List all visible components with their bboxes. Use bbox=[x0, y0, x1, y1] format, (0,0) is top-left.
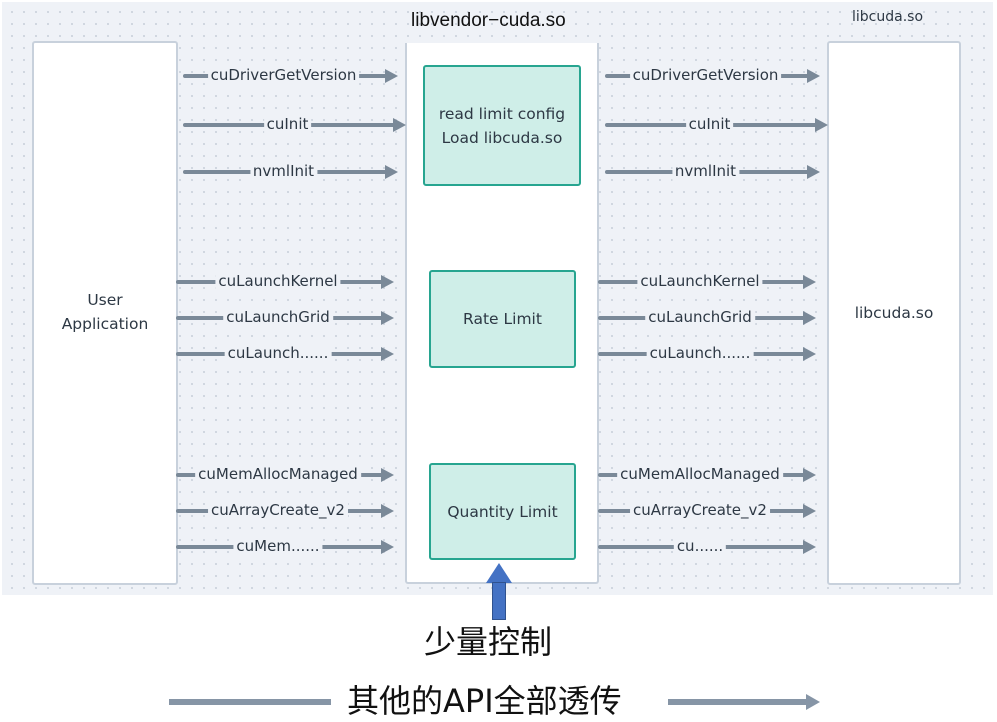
arrow-head-icon bbox=[803, 504, 816, 518]
rate-limit-block[interactable]: Rate Limit bbox=[429, 270, 576, 368]
left-edge[interactable]: cuMem...... bbox=[176, 535, 394, 557]
arrow-head-icon bbox=[385, 69, 398, 83]
edge-label: cuArrayCreate_v2 bbox=[630, 499, 770, 521]
edge-label: cuDriverGetVersion bbox=[207, 64, 360, 86]
rate-limit-label: Rate Limit bbox=[463, 310, 542, 328]
left-edge[interactable]: cuDriverGetVersion bbox=[183, 64, 398, 86]
highlight-arrow-shaft bbox=[492, 582, 506, 620]
left-edge[interactable]: cuLaunch...... bbox=[176, 342, 394, 364]
edge-label: cuLaunchGrid bbox=[645, 306, 755, 328]
edge-label: cuLaunchKernel bbox=[215, 270, 341, 292]
edge-label: cuMemAllocManaged bbox=[195, 463, 361, 485]
arrow-head-icon bbox=[381, 468, 394, 482]
edge-label: cuLaunchGrid bbox=[223, 306, 333, 328]
vendor-group-title: libvendor−cuda.so bbox=[411, 10, 566, 31]
init-block[interactable]: read limit config Load libcuda.so bbox=[423, 65, 581, 186]
arrow-head-icon bbox=[381, 347, 394, 361]
passthrough-line-right bbox=[668, 699, 808, 705]
arrow-head-icon bbox=[393, 118, 406, 132]
libcuda-label: libcuda.so bbox=[854, 304, 934, 322]
right-edge[interactable]: cuLaunchKernel bbox=[598, 270, 816, 292]
passthrough-line-left bbox=[169, 699, 331, 705]
edge-label: cuInit bbox=[263, 113, 312, 135]
edge-label: cu...... bbox=[673, 535, 727, 557]
right-edge[interactable]: cuArrayCreate_v2 bbox=[598, 499, 816, 521]
right-edge[interactable]: cuLaunch...... bbox=[598, 342, 816, 364]
right-edge[interactable]: cuInit bbox=[605, 113, 828, 135]
right-edge[interactable]: cuDriverGetVersion bbox=[605, 64, 820, 86]
edge-label: cuDriverGetVersion bbox=[629, 64, 782, 86]
right-edge[interactable]: cu...... bbox=[598, 535, 816, 557]
user-application-label-line1: User bbox=[87, 291, 123, 309]
arrow-head-icon bbox=[803, 347, 816, 361]
passthrough-caption: 其他的API全部透传 bbox=[347, 682, 622, 720]
right-edge[interactable]: cuLaunchGrid bbox=[598, 306, 816, 328]
edge-label: nvmlInit bbox=[249, 160, 318, 182]
left-edge[interactable]: cuLaunchKernel bbox=[176, 270, 394, 292]
left-edge[interactable]: cuLaunchGrid bbox=[176, 306, 394, 328]
arrow-head-icon bbox=[815, 118, 828, 132]
edge-label: cuMem...... bbox=[233, 535, 323, 557]
edge-label: cuMemAllocManaged bbox=[617, 463, 783, 485]
arrow-head-icon bbox=[803, 540, 816, 554]
user-application-label-line2: Application bbox=[61, 315, 149, 333]
arrow-head-icon bbox=[385, 165, 398, 179]
arrow-head-icon bbox=[381, 275, 394, 289]
left-edge[interactable]: cuMemAllocManaged bbox=[176, 463, 394, 485]
libcuda-group-title: libcuda.so bbox=[852, 9, 924, 25]
quantity-limit-block[interactable]: Quantity Limit bbox=[429, 463, 576, 560]
edge-label: cuLaunchKernel bbox=[637, 270, 763, 292]
left-edge[interactable]: cuArrayCreate_v2 bbox=[176, 499, 394, 521]
arrow-head-icon bbox=[803, 468, 816, 482]
left-edge[interactable]: nvmlInit bbox=[183, 160, 398, 182]
arrow-head-icon bbox=[807, 69, 820, 83]
arrow-head-icon bbox=[803, 311, 816, 325]
edge-label: cuLaunch...... bbox=[646, 342, 754, 364]
right-edge[interactable]: cuMemAllocManaged bbox=[598, 463, 816, 485]
arrow-head-icon bbox=[803, 275, 816, 289]
highlight-arrow-head-icon bbox=[486, 563, 512, 583]
arrow-head-icon bbox=[381, 311, 394, 325]
init-block-line2: Load libcuda.so bbox=[441, 128, 563, 147]
left-edge[interactable]: cuInit bbox=[183, 113, 406, 135]
small-control-caption: 少量控制 bbox=[424, 623, 553, 661]
edge-label: cuLaunch...... bbox=[224, 342, 332, 364]
user-application-label: User Application bbox=[32, 288, 178, 336]
passthrough-arrow-head-icon bbox=[806, 694, 820, 710]
arrow-head-icon bbox=[807, 165, 820, 179]
edge-label: nvmlInit bbox=[671, 160, 740, 182]
edge-label: cuInit bbox=[685, 113, 734, 135]
init-block-line1: read limit config bbox=[438, 104, 566, 123]
edge-label: cuArrayCreate_v2 bbox=[208, 499, 348, 521]
right-edge[interactable]: nvmlInit bbox=[605, 160, 820, 182]
arrow-head-icon bbox=[381, 540, 394, 554]
quantity-limit-label: Quantity Limit bbox=[447, 502, 558, 521]
arrow-head-icon bbox=[381, 504, 394, 518]
